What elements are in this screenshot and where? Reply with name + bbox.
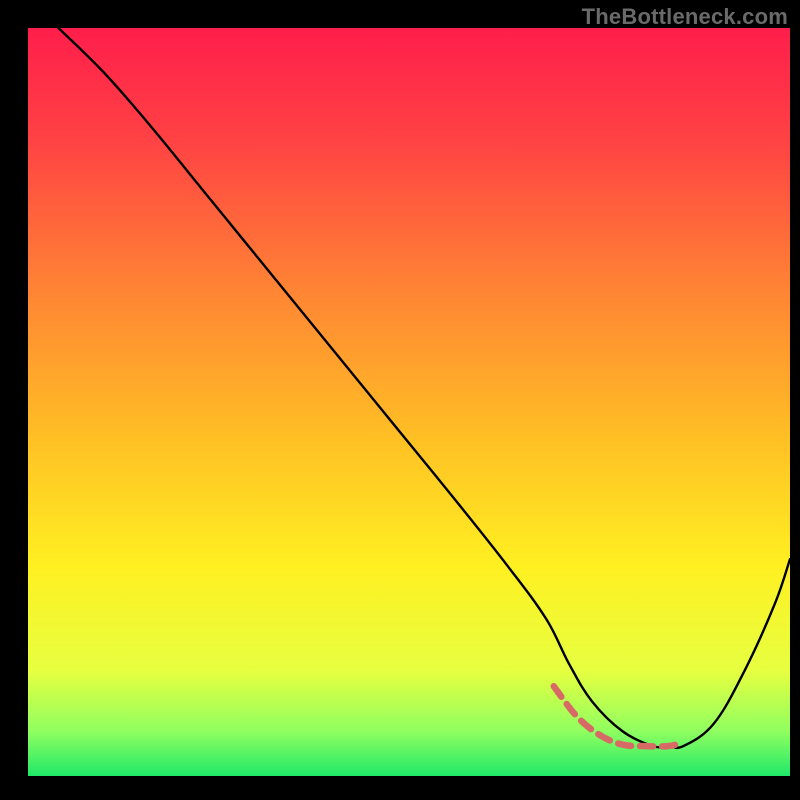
bottleneck-chart	[0, 0, 800, 800]
plot-background	[28, 28, 790, 776]
chart-container: TheBottleneck.com	[0, 0, 800, 800]
watermark-text: TheBottleneck.com	[582, 4, 788, 30]
